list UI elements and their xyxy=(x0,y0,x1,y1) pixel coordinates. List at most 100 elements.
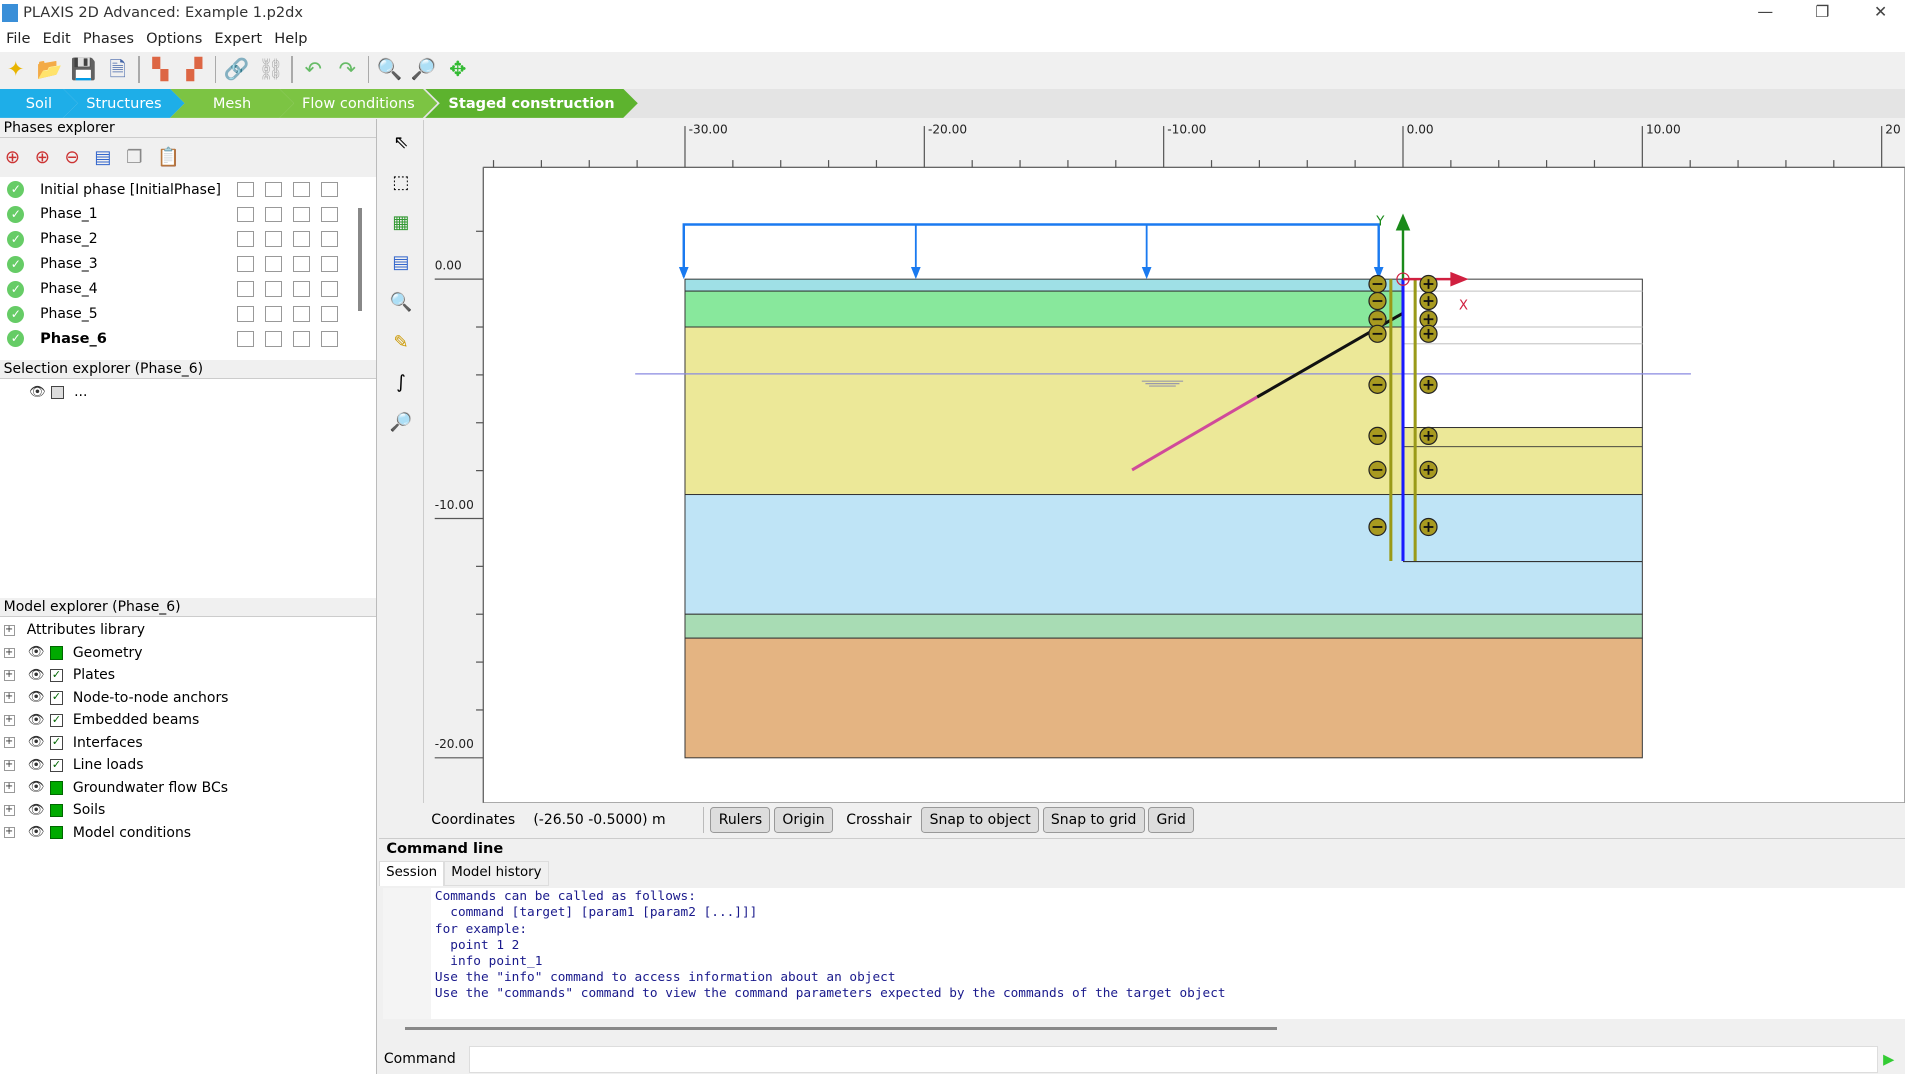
link-icon[interactable]: 🔗 xyxy=(223,56,250,83)
eye-icon[interactable]: 👁 xyxy=(28,690,45,705)
eye-icon[interactable]: 👁 xyxy=(28,758,45,773)
expand-icon[interactable]: + xyxy=(3,760,15,771)
eye-icon[interactable]: 👁 xyxy=(29,385,46,400)
soil-layer-clay[interactable] xyxy=(684,290,1404,328)
import-icon[interactable]: ▚ xyxy=(147,56,174,83)
unlink-icon[interactable]: ⛓ xyxy=(257,56,284,83)
close-button[interactable]: ✕ xyxy=(1862,2,1898,21)
execute-icon[interactable]: ▶ xyxy=(1883,1051,1894,1068)
edit-phase-icon[interactable]: ▤ xyxy=(94,147,111,168)
menu-help[interactable]: Help xyxy=(274,30,307,47)
model-tree-item[interactable]: + 👁 Soils xyxy=(0,799,105,821)
phase-row[interactable]: ✓ Phase_4 xyxy=(0,277,364,301)
menu-edit[interactable]: Edit xyxy=(43,30,71,47)
expand-icon[interactable]: + xyxy=(3,625,15,636)
checkbox[interactable]: ✓ xyxy=(49,736,64,750)
eye-icon[interactable]: 👁 xyxy=(28,825,45,840)
phase-row[interactable]: ✓ Phase_1 xyxy=(0,202,364,226)
tab-session[interactable]: Session xyxy=(379,861,445,886)
phase-row[interactable]: ✓ Phase_2 xyxy=(0,227,364,251)
copy-icon[interactable]: ❐ xyxy=(126,147,142,168)
tab-flow-conditions[interactable]: Flow conditions xyxy=(279,89,437,118)
drawing-area[interactable]: -30.00 -20.00 -10.00 0.00 10.00 20 0.00 -10.00 -… xyxy=(425,120,1905,804)
zoom-extents-icon[interactable]: 🔎 xyxy=(386,408,415,437)
tab-mesh[interactable]: Mesh xyxy=(170,89,294,118)
eye-icon[interactable]: 👁 xyxy=(28,713,45,728)
checkbox[interactable]: ✓ xyxy=(49,713,64,728)
preview-icon[interactable]: 📋 xyxy=(157,147,180,168)
snap-to-grid-button[interactable]: Snap to grid xyxy=(1042,807,1145,833)
sum-msf-icon[interactable]: ∫ xyxy=(386,368,415,397)
checkbox[interactable] xyxy=(50,385,65,400)
select-icon[interactable]: ⇖ xyxy=(386,128,415,157)
new-project-icon[interactable]: ✦ xyxy=(2,56,29,83)
model-tree-item[interactable]: + Attributes library xyxy=(0,620,145,642)
pan-icon[interactable]: ✥ xyxy=(444,56,471,83)
expand-icon[interactable]: + xyxy=(3,782,15,794)
menu-file[interactable]: File xyxy=(6,30,30,47)
expand-icon[interactable]: + xyxy=(3,647,15,659)
snap-to-object-button[interactable]: Snap to object xyxy=(921,807,1039,833)
crosshair-button[interactable]: Crosshair xyxy=(846,812,911,828)
expand-icon[interactable]: + xyxy=(3,692,15,704)
phase-row[interactable]: ✓ Phase_6 xyxy=(0,327,364,351)
checkbox[interactable] xyxy=(49,646,64,660)
model-tree-item[interactable]: + 👁 ✓ Line loads xyxy=(0,754,144,776)
soil-layer-deep[interactable] xyxy=(684,637,1644,759)
checkbox[interactable] xyxy=(49,826,64,840)
model-tree-item[interactable]: + 👁 ✓ Embedded beams xyxy=(0,709,199,731)
soil-layer-gravel[interactable] xyxy=(684,494,1644,615)
phase-row[interactable]: ✓ Phase_5 xyxy=(0,302,364,326)
phase-row[interactable]: ✓ Phase_3 xyxy=(0,252,364,276)
model-tree-item[interactable]: + 👁 Model conditions xyxy=(0,822,191,844)
minimize-button[interactable]: — xyxy=(1747,2,1783,21)
expand-icon[interactable]: + xyxy=(3,737,15,749)
expand-icon[interactable]: + xyxy=(3,670,15,681)
eye-icon[interactable]: 👁 xyxy=(28,803,45,818)
origin-button[interactable]: Origin xyxy=(774,807,833,833)
soil-layer-sand-right[interactable] xyxy=(1402,427,1644,496)
menu-expert[interactable]: Expert xyxy=(214,30,262,47)
zoom-window-icon[interactable]: 🔎 xyxy=(410,56,437,83)
redo-icon[interactable]: ↷ xyxy=(334,56,361,83)
rulers-button[interactable]: Rulers xyxy=(710,807,771,833)
select-rectangle-icon[interactable]: ⬚ xyxy=(386,168,415,197)
restore-button[interactable]: ❐ xyxy=(1804,2,1840,21)
checkbox[interactable]: ✓ xyxy=(49,668,64,683)
checkbox[interactable]: ✓ xyxy=(49,758,64,773)
soil-layer-thin[interactable] xyxy=(684,614,1644,639)
expand-icon[interactable]: + xyxy=(3,715,15,726)
export-icon[interactable]: ▞ xyxy=(181,56,208,83)
checkbox[interactable]: ✓ xyxy=(49,691,64,705)
open-project-icon[interactable]: 📂 xyxy=(36,56,63,83)
model-tree-item[interactable]: + 👁 ✓ Node-to-node anchors xyxy=(0,687,228,709)
checkbox[interactable] xyxy=(49,781,64,795)
delete-phase-icon[interactable]: ⊖ xyxy=(65,147,80,168)
grid-button[interactable]: Grid xyxy=(1148,807,1195,833)
menu-phases[interactable]: Phases xyxy=(83,30,134,47)
eye-icon[interactable]: 👁 xyxy=(28,735,45,750)
eye-icon[interactable]: 👁 xyxy=(28,780,45,795)
excavated-area[interactable] xyxy=(1402,278,1644,429)
tab-staged-construction[interactable]: Staged construction xyxy=(425,89,638,118)
flow-function-icon[interactable]: ✎ xyxy=(386,328,415,357)
model-tree-item[interactable]: + 👁 Groundwater flow BCs xyxy=(0,777,228,799)
zoom-icon[interactable]: 🔍 xyxy=(386,288,415,317)
model-tree-item[interactable]: + 👁 ✓ Plates xyxy=(0,665,115,687)
model-tree-item[interactable]: + 👁 ✓ Interfaces xyxy=(0,732,143,754)
phase-list-scrollbar[interactable] xyxy=(358,207,363,311)
model-tree-item[interactable]: + 👁 Geometry xyxy=(0,642,142,664)
soil-layer-sand[interactable] xyxy=(684,326,1404,496)
add-phase-icon[interactable]: ⊕ xyxy=(35,147,50,168)
project-properties-icon[interactable]: 🗎 xyxy=(104,56,131,83)
save-icon[interactable]: 💾 xyxy=(70,56,97,83)
expand-icon[interactable]: + xyxy=(3,804,15,816)
phase-row[interactable]: ✓ Initial phase [InitialPhase] xyxy=(0,177,364,201)
soil-layer-top[interactable] xyxy=(684,278,1404,292)
undo-icon[interactable]: ↶ xyxy=(300,56,327,83)
selection-item[interactable]: 👁... xyxy=(0,381,87,403)
insert-phase-icon[interactable]: ⊕ xyxy=(5,147,20,168)
menu-options[interactable]: Options xyxy=(146,30,202,47)
command-input[interactable] xyxy=(468,1046,1879,1073)
eye-icon[interactable]: 👁 xyxy=(28,645,45,660)
